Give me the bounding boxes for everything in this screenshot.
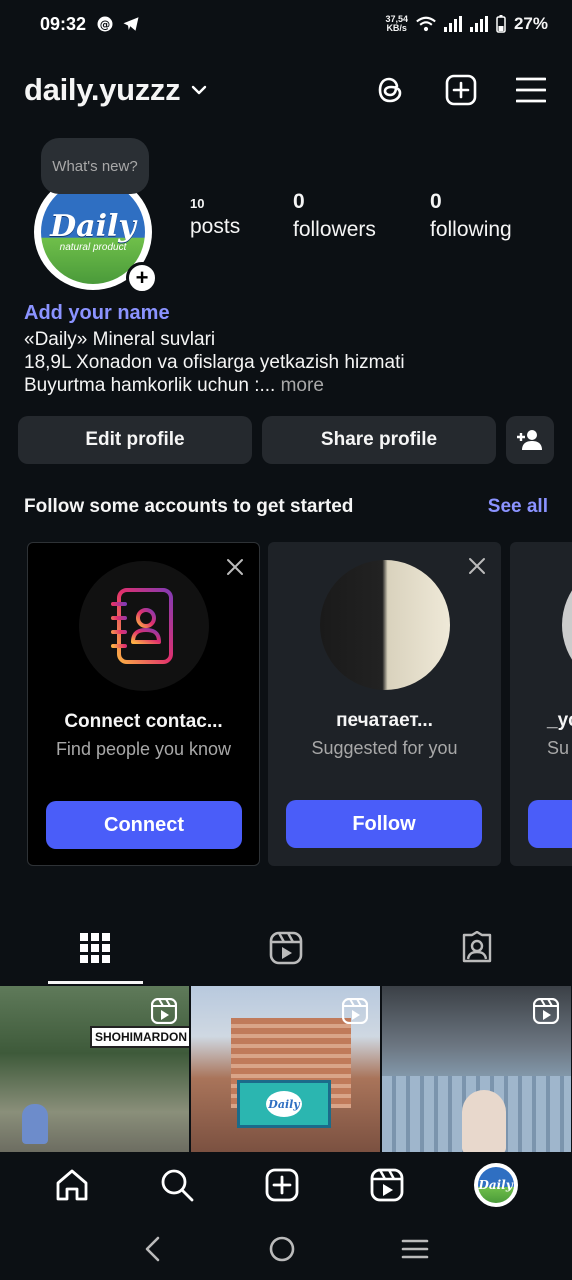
svg-text:@: @ bbox=[100, 19, 111, 31]
suggested-account-avatar[interactable] bbox=[319, 560, 450, 690]
content-tabs bbox=[0, 912, 572, 984]
connect-button[interactable]: Connect bbox=[46, 801, 242, 849]
back-icon[interactable] bbox=[143, 1236, 163, 1262]
battery-icon bbox=[496, 15, 506, 33]
tagged-icon bbox=[462, 931, 491, 963]
add-person-icon bbox=[517, 430, 542, 450]
suggested-account-card: печатает... Suggested for you Follow bbox=[268, 542, 501, 866]
posts-stat[interactable]: 10 posts bbox=[190, 190, 293, 242]
road-sign: SHOHIMARDON bbox=[90, 1026, 189, 1048]
username[interactable]: daily.yuzzz bbox=[24, 72, 181, 108]
suggested-account-avatar[interactable] bbox=[561, 560, 572, 690]
card-subtitle: Find people you know bbox=[55, 739, 232, 759]
tab-posts-grid[interactable] bbox=[0, 912, 191, 984]
connect-contacts-card: Connect contac... Find people you know C… bbox=[27, 542, 260, 866]
following-stat[interactable]: 0 following bbox=[430, 190, 512, 242]
profile-buttons: Edit profile Share profile bbox=[18, 416, 554, 464]
reel-badge-icon bbox=[533, 998, 559, 1024]
add-story-icon[interactable]: + bbox=[126, 262, 158, 294]
edit-profile-button[interactable]: Edit profile bbox=[18, 416, 252, 464]
reels-icon[interactable] bbox=[369, 1167, 405, 1203]
suggested-account-card-partial: _yc Su bbox=[510, 542, 572, 866]
note-bubble[interactable]: What's new? bbox=[41, 138, 149, 194]
reel-badge-icon bbox=[151, 998, 177, 1024]
create-post-icon[interactable] bbox=[444, 73, 478, 107]
chevron-down-icon[interactable] bbox=[190, 84, 208, 96]
profile-tab-avatar[interactable]: Daily bbox=[473, 1163, 518, 1207]
menu-icon[interactable] bbox=[514, 73, 548, 107]
signal-2-icon bbox=[469, 16, 488, 32]
profile-header: daily.yuzzz bbox=[24, 64, 548, 116]
post-tile[interactable]: SHOHIMARDON bbox=[0, 986, 189, 1154]
share-profile-button[interactable]: Share profile bbox=[262, 416, 496, 464]
create-icon[interactable] bbox=[264, 1167, 300, 1203]
bottom-navigation: Daily bbox=[0, 1152, 572, 1218]
card-title: печатает... bbox=[336, 710, 433, 731]
recents-icon[interactable] bbox=[401, 1238, 429, 1260]
card-title: _yc bbox=[547, 710, 572, 731]
add-name-link[interactable]: Add your name bbox=[24, 302, 170, 325]
billboard: Daily bbox=[237, 1080, 331, 1128]
posts-grid: SHOHIMARDON Daily bbox=[0, 986, 572, 1154]
close-icon[interactable] bbox=[467, 556, 487, 576]
reels-icon bbox=[269, 931, 303, 965]
followers-stat[interactable]: 0 followers bbox=[293, 190, 430, 242]
post-tile[interactable] bbox=[382, 986, 571, 1154]
card-subtitle: Suggested for you bbox=[311, 738, 458, 758]
grid-icon bbox=[80, 933, 111, 963]
discover-people-button[interactable] bbox=[506, 416, 554, 464]
card-title: Connect contac... bbox=[64, 711, 223, 732]
battery-percent: 27% bbox=[513, 14, 548, 33]
wifi-icon bbox=[416, 16, 436, 32]
contacts-book-icon bbox=[78, 561, 209, 691]
person-figure bbox=[462, 1090, 506, 1154]
tab-tagged[interactable] bbox=[381, 912, 572, 984]
status-time: 09:32 bbox=[40, 13, 87, 34]
telegram-icon bbox=[123, 17, 139, 31]
signal-1-icon bbox=[443, 16, 462, 32]
person-figure bbox=[22, 1104, 48, 1144]
home-circle-icon[interactable] bbox=[268, 1235, 296, 1263]
suggestions-header: Follow some accounts to get started See … bbox=[24, 496, 548, 518]
net-speed: 37,54 KB/s bbox=[385, 14, 408, 33]
close-icon[interactable] bbox=[225, 557, 245, 577]
search-icon[interactable] bbox=[159, 1167, 195, 1203]
card-subtitle: Su bbox=[547, 738, 570, 758]
threads-icon[interactable] bbox=[374, 73, 408, 107]
follow-button[interactable]: Follow bbox=[286, 800, 482, 848]
see-all-link[interactable]: See all bbox=[488, 496, 548, 518]
tab-reels[interactable] bbox=[191, 912, 382, 984]
system-navigation bbox=[0, 1218, 572, 1280]
threads-notification-icon: @ bbox=[97, 16, 113, 32]
profile-stats: 10 posts 0 followers 0 following bbox=[190, 190, 512, 242]
status-bar: 09:32 @ 37,54 KB/s 27% bbox=[0, 0, 572, 48]
home-icon[interactable] bbox=[54, 1167, 90, 1203]
post-tile[interactable]: Daily bbox=[191, 986, 380, 1154]
suggestion-carousel[interactable]: Connect contac... Find people you know C… bbox=[27, 542, 572, 866]
bio-more-link[interactable]: more bbox=[281, 375, 324, 396]
profile-bio: «Daily» Mineral suvlari 18,9L Xonadon va… bbox=[24, 329, 405, 396]
reel-badge-icon bbox=[342, 998, 368, 1024]
follow-button[interactable] bbox=[528, 800, 572, 848]
